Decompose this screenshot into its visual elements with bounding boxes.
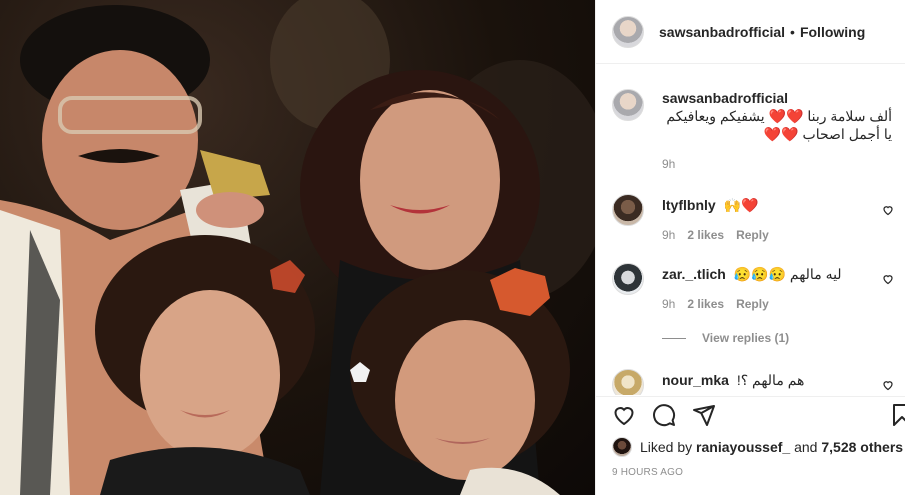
post-header: sawsanbadrofficial • Following — [596, 0, 905, 64]
comment-meta: 9h 2 likes Reply — [662, 228, 769, 242]
author-username[interactable]: sawsanbadrofficial — [659, 24, 785, 40]
post-side-panel: sawsanbadrofficial • Following sawsanbad… — [595, 0, 905, 495]
comment-like-heart-icon[interactable] — [882, 204, 894, 216]
heart-icon[interactable] — [612, 403, 636, 427]
caption-time[interactable]: 9h — [662, 157, 675, 171]
view-replies-label: View replies (1) — [702, 331, 790, 345]
comment-username[interactable]: ltyflbnly — [662, 197, 716, 213]
comment-reply-button[interactable]: Reply — [736, 228, 769, 242]
comment-text: 🙌❤️ — [723, 197, 759, 213]
likes-count[interactable]: 7,528 others — [821, 439, 903, 455]
post-photo[interactable] — [0, 0, 595, 495]
comment-reply-button[interactable]: Reply — [736, 297, 769, 311]
header-separator: • — [790, 23, 795, 40]
comment-meta: 9h 2 likes Reply — [662, 297, 769, 311]
comment-text: هم مالهم ؟! — [736, 372, 805, 388]
comment-avatar[interactable] — [612, 194, 644, 226]
comment-avatar[interactable] — [612, 369, 644, 395]
comment-likes[interactable]: 2 likes — [687, 228, 724, 242]
post-timestamp[interactable]: 9 HOURS AGO — [612, 467, 683, 478]
likes-prefix: Liked by — [640, 439, 693, 455]
view-replies-button[interactable]: View replies (1) — [662, 331, 789, 345]
liker-username[interactable]: raniayoussef_ — [696, 439, 790, 455]
replies-divider — [662, 337, 686, 339]
likes-middle: and — [794, 439, 818, 455]
caption-avatar[interactable] — [612, 89, 644, 121]
comment-time[interactable]: 9h — [662, 297, 675, 311]
caption-username[interactable]: sawsanbadrofficial — [662, 90, 788, 106]
comment-username[interactable]: nour_mka — [662, 372, 729, 388]
comment-time[interactable]: 9h — [662, 228, 675, 242]
likes-summary: Liked by raniayoussef_ and 7,528 others — [612, 437, 903, 457]
comment-body: ltyflbnly 🙌❤️ — [662, 196, 892, 214]
comment-like-heart-icon[interactable] — [882, 273, 894, 285]
comment-likes[interactable]: 2 likes — [687, 297, 724, 311]
comment-text: ليه مالهم 😥😥😥 — [733, 266, 842, 282]
author-avatar[interactable] — [612, 15, 644, 48]
comments-list[interactable]: sawsanbadrofficial ألف سلامة ربنا ❤️❤️ ي… — [596, 65, 905, 395]
post-action-bar — [596, 396, 905, 436]
share-icon[interactable] — [692, 403, 716, 427]
comment-avatar[interactable] — [612, 263, 644, 295]
comment-body: zar._.tlich ليه مالهم 😥😥😥 — [662, 265, 892, 283]
bookmark-icon[interactable] — [890, 403, 905, 427]
comment-username[interactable]: zar._.tlich — [662, 266, 726, 282]
caption-text: ألف سلامة ربنا ❤️❤️ يشفيكم ويعافيكم يا أ… — [666, 108, 892, 142]
caption-body: sawsanbadrofficial ألف سلامة ربنا ❤️❤️ ي… — [662, 89, 892, 143]
caption-meta: 9h — [662, 157, 675, 171]
photo-illustration — [0, 0, 595, 495]
comment-like-heart-icon[interactable] — [882, 379, 894, 391]
comment-icon[interactable] — [652, 403, 676, 427]
following-button[interactable]: Following — [800, 24, 865, 40]
comment-body: nour_mka هم مالهم ؟! — [662, 371, 892, 389]
liker-avatar[interactable] — [612, 437, 632, 457]
